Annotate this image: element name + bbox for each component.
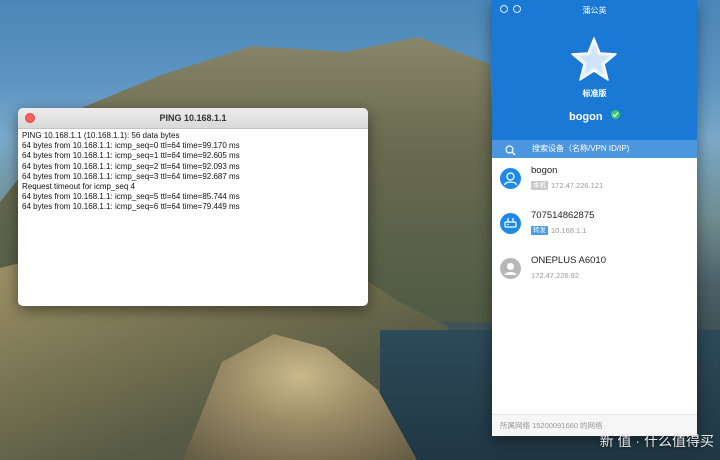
- ping-output-line: 64 bytes from 10.168.1.1: icmp_seq=3 ttl…: [22, 171, 240, 181]
- app-header: 蒲公英 标准版 bogon: [492, 0, 697, 140]
- search-placeholder: 搜索设备（名称/VPN ID/IP): [532, 144, 630, 153]
- minimize-button[interactable]: [513, 5, 521, 13]
- forward-tag: 转发: [531, 226, 548, 235]
- pugongying-window[interactable]: 蒲公英 标准版 bogon 搜索设备（名称/VPN ID/IP) bogon 本…: [492, 0, 697, 436]
- ping-output-line: 64 bytes from 10.168.1.1: icmp_seq=6 ttl…: [22, 202, 240, 212]
- device-name: ONEPLUS A6010: [531, 255, 606, 266]
- watermark: 新 值 · 什么值得买: [599, 433, 714, 449]
- ping-output-line: 64 bytes from 10.168.1.1: icmp_seq=1 ttl…: [22, 151, 240, 161]
- edition-label: 标准版: [582, 89, 607, 98]
- device-name: 707514862875: [531, 210, 595, 221]
- close-button[interactable]: [25, 113, 35, 123]
- ping-titlebar[interactable]: PING 10.168.1.1: [18, 108, 368, 129]
- star-icon: [570, 36, 618, 82]
- device-ip: 10.168.1.1: [551, 226, 587, 235]
- device-ip: 172.47.226.121: [551, 181, 604, 190]
- current-host: bogon: [492, 107, 697, 125]
- ping-output: PING 10.168.1.1 (10.168.1.1): 56 data by…: [18, 129, 368, 215]
- ping-output-line: 64 bytes from 10.168.1.1: icmp_seq=2 ttl…: [22, 161, 240, 171]
- device-info: 本机 172.47.226.121: [531, 181, 603, 190]
- hostname: bogon: [568, 111, 603, 123]
- ping-output-line: Request timeout for icmp_seq 4: [22, 182, 135, 192]
- device-item-oneplus[interactable]: ONEPLUS A6010 172.47.226.92: [492, 250, 697, 294]
- ping-window-title: PING 10.168.1.1: [159, 113, 227, 123]
- search-icon: [505, 143, 516, 161]
- user-icon: [500, 168, 521, 189]
- app-title: 蒲公英: [582, 6, 607, 15]
- ping-output-line: 64 bytes from 10.168.1.1: icmp_seq=0 ttl…: [22, 141, 240, 151]
- search-input[interactable]: 搜索设备（名称/VPN ID/IP): [492, 140, 697, 158]
- local-tag: 本机: [531, 181, 548, 190]
- device-ip: 172.47.226.92: [531, 271, 579, 280]
- online-check-icon: [611, 110, 621, 120]
- device-info: 转发 10.168.1.1: [531, 226, 586, 235]
- ping-output-line: PING 10.168.1.1 (10.168.1.1): 56 data by…: [22, 131, 180, 140]
- user-icon: [500, 258, 521, 279]
- router-icon: [500, 213, 521, 234]
- device-info: 172.47.226.92: [531, 271, 579, 280]
- ping-output-line: 64 bytes from 10.168.1.1: icmp_seq=5 ttl…: [22, 192, 240, 202]
- device-name: bogon: [531, 165, 558, 176]
- close-button[interactable]: [500, 5, 508, 13]
- ping-window[interactable]: PING 10.168.1.1 PING 10.168.1.1 (10.168.…: [18, 108, 368, 306]
- device-item-router[interactable]: 707514862875 转发 10.168.1.1: [492, 205, 697, 249]
- device-item-bogon[interactable]: bogon 本机 172.47.226.121: [492, 160, 697, 204]
